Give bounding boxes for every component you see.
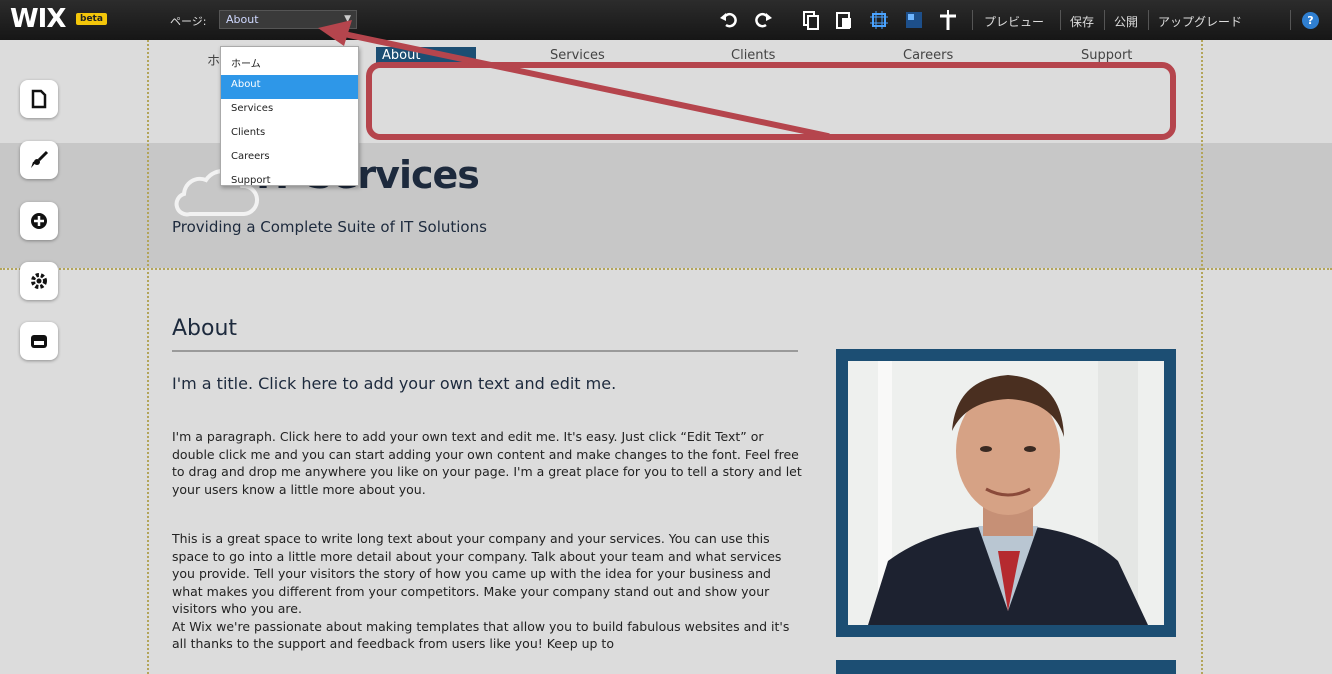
annotation-arrow — [318, 20, 831, 139]
